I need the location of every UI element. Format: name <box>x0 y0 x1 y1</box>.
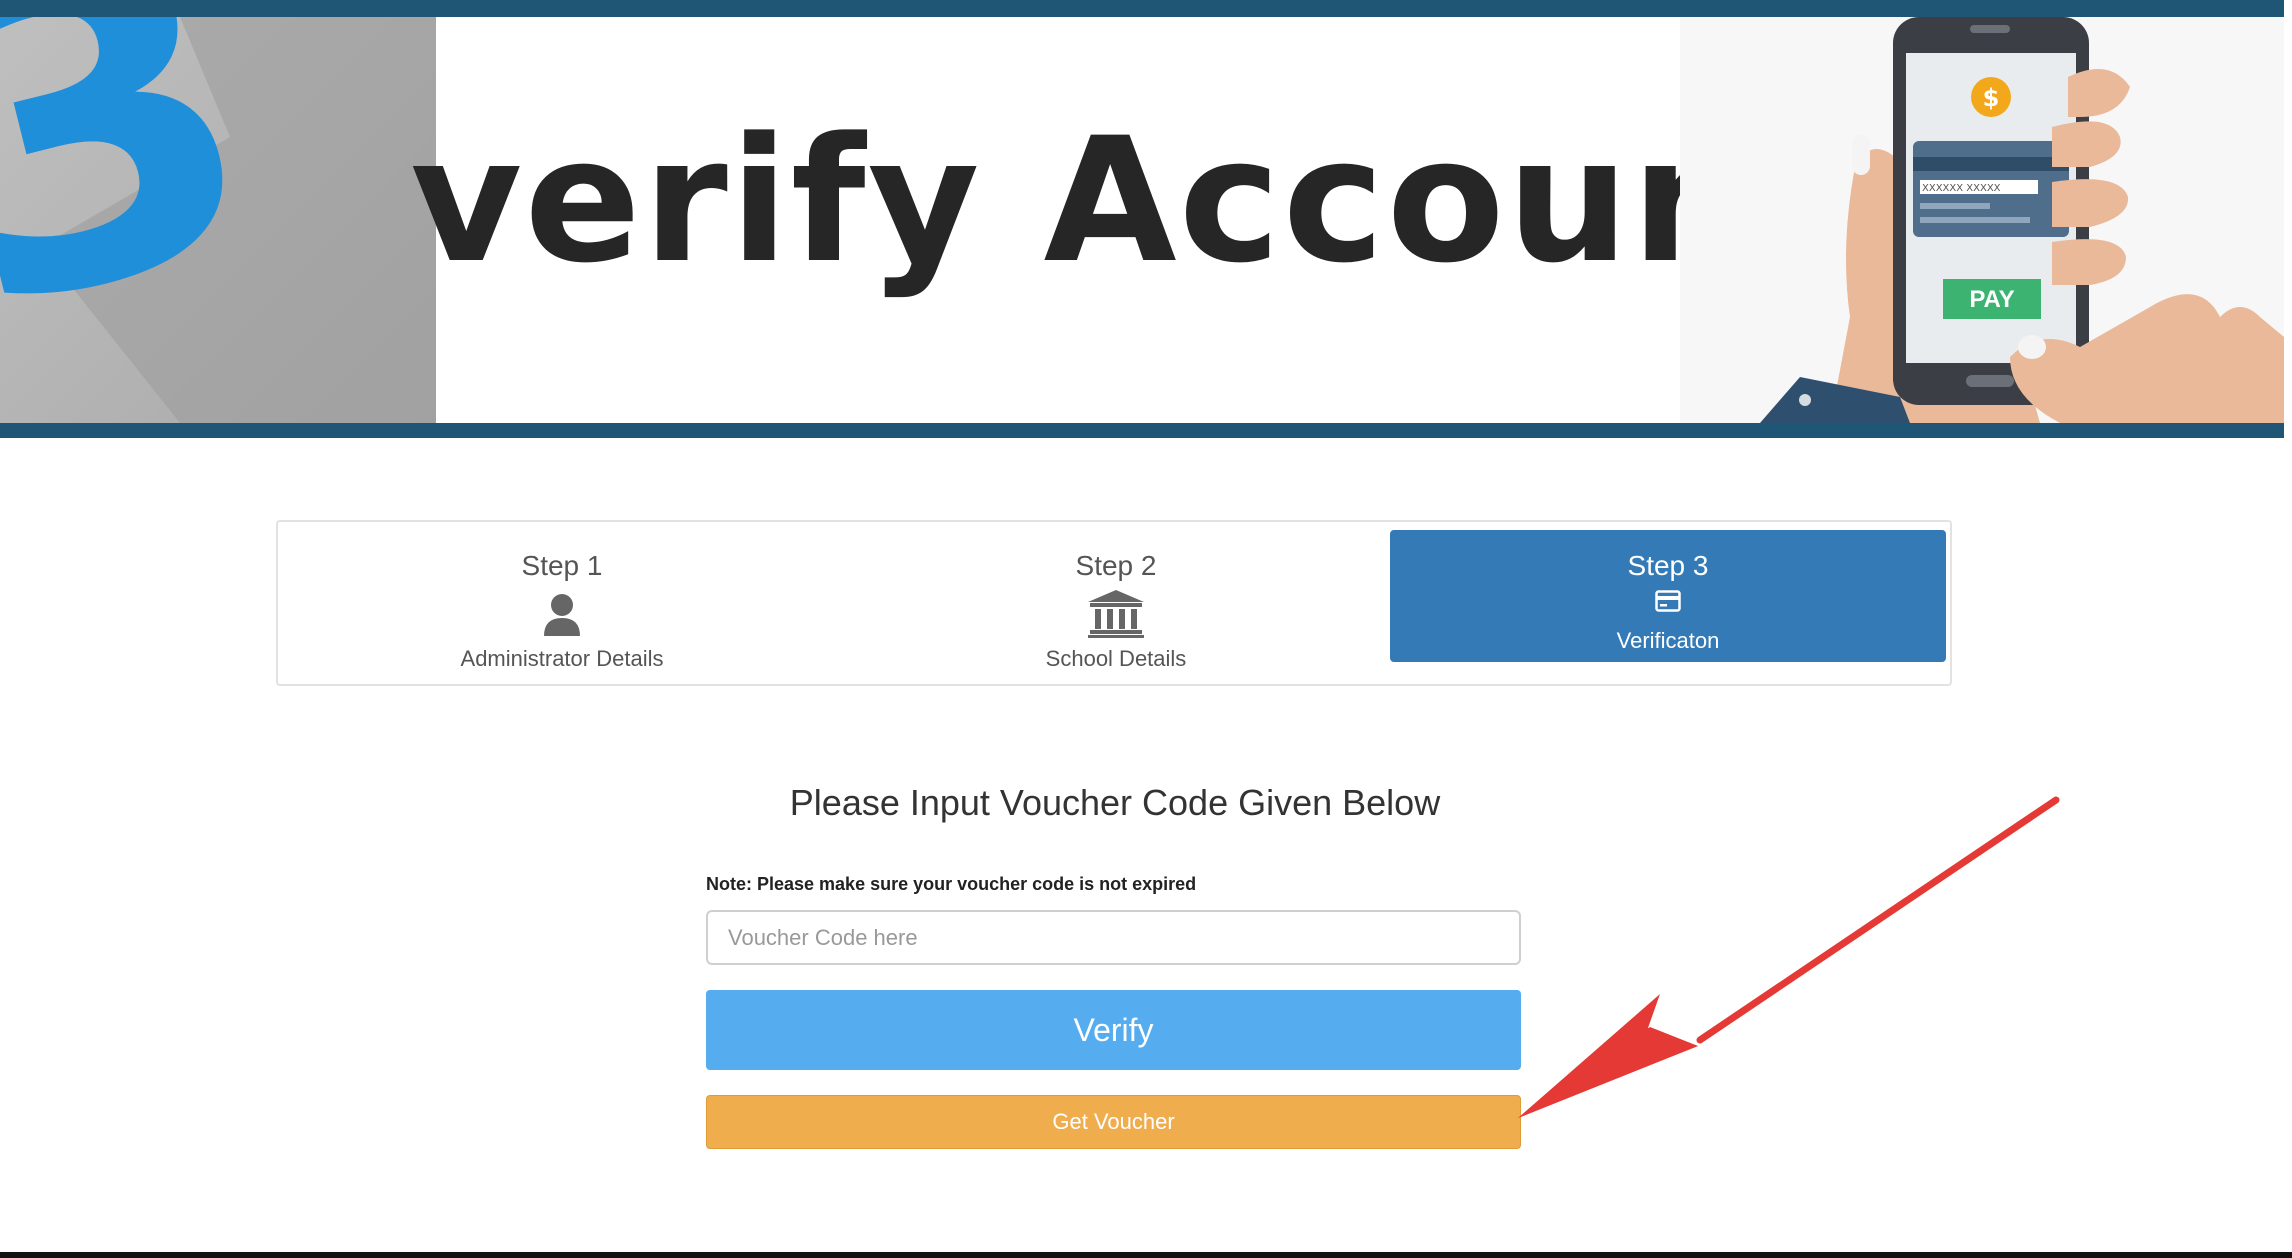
step-2-caption: School Details <box>1045 646 1187 671</box>
pay-label: PAY <box>1969 286 2014 313</box>
voucher-note: Note: Please make sure your voucher code… <box>706 874 1197 894</box>
step-3-caption: Verificaton <box>1616 628 1720 653</box>
card-number: XXXXXX XXXXX <box>1922 183 2001 194</box>
step-number-graphic: 3 <box>0 17 436 423</box>
registration-stepper: Step 1 Administrator Details Step 2 Scho <box>276 520 1952 686</box>
header-banner: 3 verify Account $ XXXXXX XXXXX PAY <box>0 0 2284 438</box>
annotation-arrow <box>1518 796 2060 1118</box>
banner-bottom-bar <box>0 423 2284 438</box>
step-2-title: Step 2 <box>1075 550 1157 581</box>
currency-symbol: $ <box>1983 84 2000 112</box>
banner-top-bar <box>0 0 2284 17</box>
step-3-title: Step 3 <box>1627 550 1709 581</box>
verify-button[interactable]: Verify <box>706 990 1521 1070</box>
bottom-rule <box>0 1252 2292 1258</box>
step-3-verification[interactable]: Step 3 Verificaton <box>1390 530 1946 662</box>
step-2-school-details[interactable]: Step 2 School Details <box>838 530 1394 671</box>
step-1-administrator-details[interactable]: Step 1 Administrator Details <box>284 530 840 671</box>
credit-card-icon <box>1655 590 1681 617</box>
step-number-tile: 3 <box>0 17 436 423</box>
bank-icon <box>1088 590 1144 643</box>
user-icon <box>542 592 582 641</box>
step-1-caption: Administrator Details <box>460 646 664 671</box>
voucher-code-input[interactable] <box>706 910 1521 965</box>
banner-title: verify Account <box>410 99 1840 301</box>
step-1-title: Step 1 <box>521 550 603 581</box>
get-voucher-button[interactable]: Get Voucher <box>706 1095 1521 1149</box>
phone-payment-illustration: $ XXXXXX XXXXX PAY <box>1680 17 2284 423</box>
